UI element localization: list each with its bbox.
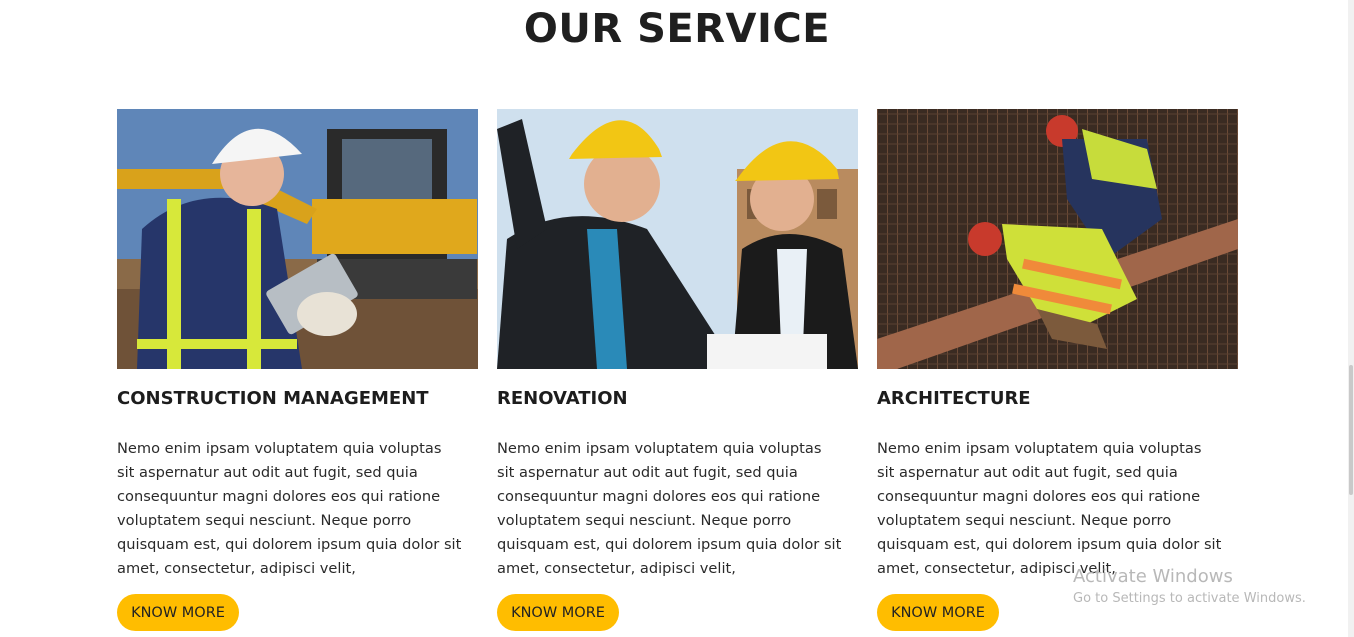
engineers-photo [497, 109, 858, 369]
know-more-button[interactable]: KNOW MORE [877, 594, 999, 631]
know-more-button[interactable]: KNOW MORE [117, 594, 239, 631]
watermark-subtitle: Go to Settings to activate Windows. [1073, 591, 1306, 606]
card-description: Nemo enim ipsam voluptatem quia voluptas… [877, 440, 1222, 577]
rebar-workers-photo [877, 109, 1238, 369]
card-title: ARCHITECTURE [877, 388, 1031, 409]
windows-activation-watermark: Activate Windows Go to Settings to activ… [1073, 566, 1306, 608]
service-cards: CONSTRUCTION MANAGEMENT Nemo enim ipsam … [117, 109, 1238, 631]
card-title: CONSTRUCTION MANAGEMENT [117, 388, 429, 409]
page-title: OUR SERVICE [523, 6, 831, 52]
card-title: RENOVATION [497, 388, 628, 409]
know-more-button[interactable]: KNOW MORE [497, 594, 619, 631]
scrollbar-thumb[interactable] [1349, 365, 1353, 495]
service-card-construction-management: CONSTRUCTION MANAGEMENT Nemo enim ipsam … [117, 109, 478, 631]
card-description: Nemo enim ipsam voluptatem quia voluptas… [497, 440, 842, 577]
card-description: Nemo enim ipsam voluptatem quia voluptas… [117, 440, 462, 577]
service-card-architecture: ARCHITECTURE Nemo enim ipsam voluptatem … [877, 109, 1238, 631]
watermark-title: Activate Windows [1073, 566, 1233, 587]
engineer-photo [117, 109, 478, 369]
service-card-renovation: RENOVATION Nemo enim ipsam voluptatem qu… [497, 109, 858, 631]
page-scrollbar[interactable] [1348, 0, 1354, 637]
